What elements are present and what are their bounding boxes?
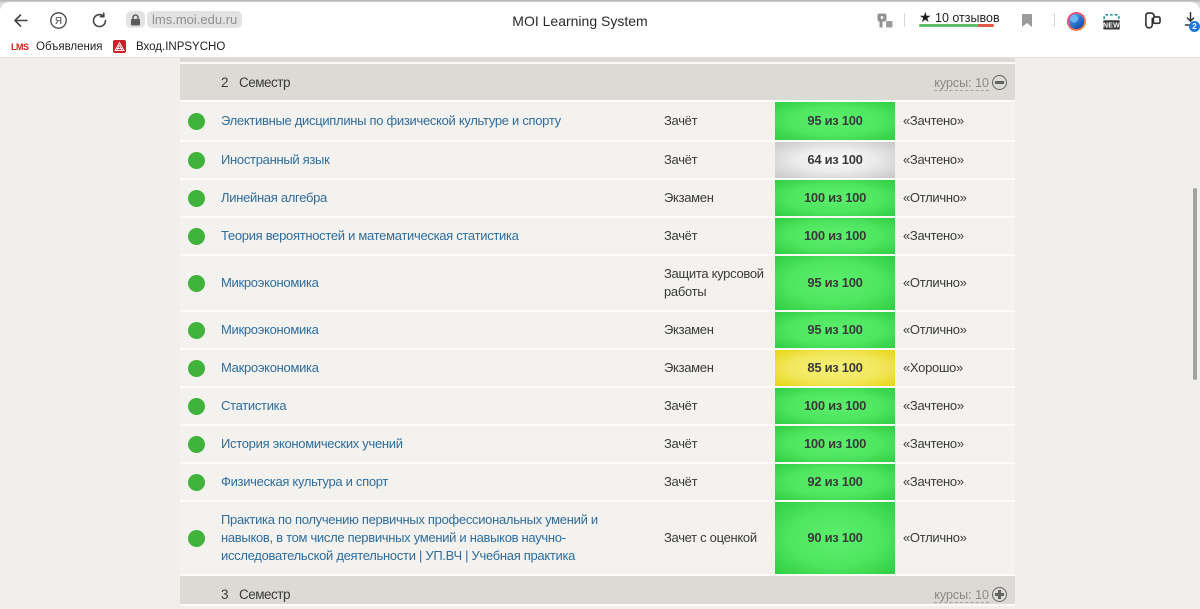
svg-text:NEW: NEW [1103,22,1120,29]
